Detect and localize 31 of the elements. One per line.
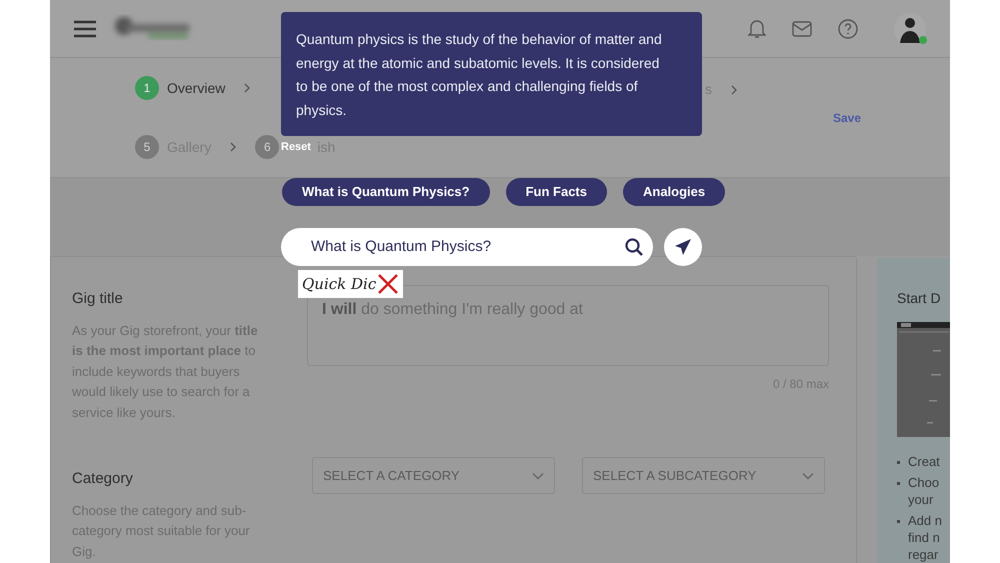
cross-icon[interactable] [376, 272, 400, 296]
tip-text: Choo your [908, 474, 940, 508]
mail-icon[interactable] [792, 20, 812, 36]
panel-title: Start D [897, 289, 942, 308]
tip-text: Add n find n regar [908, 512, 942, 563]
suggestion-chip[interactable]: Analogies [623, 178, 726, 206]
caret-icon [802, 472, 814, 480]
step-number: 1 [135, 76, 159, 100]
caret-icon [532, 472, 544, 480]
reset-button[interactable]: Reset [281, 139, 311, 156]
search-icon[interactable] [625, 238, 643, 256]
search-field[interactable]: What is Quantum Physics? [281, 228, 653, 266]
chevron-right-icon [730, 84, 738, 94]
menu-icon[interactable] [74, 20, 96, 38]
help-icon[interactable] [838, 18, 858, 38]
tip-text: Creat [908, 453, 940, 470]
suggestion-chip[interactable]: Fun Facts [506, 178, 607, 206]
category-dropdown[interactable]: SELECT A SUBCATEGORY [582, 457, 825, 494]
answer-popup: Quantum physics is the study of the behavior of matter and energy at the atomic and subatomic levels. It is considered to be one of the most complex and challenging fields of physics. [281, 12, 702, 136]
bell-icon[interactable] [748, 18, 766, 38]
avatar-icon[interactable] [894, 12, 926, 44]
section-title: Gig title [72, 289, 124, 309]
step-label[interactable]: Overview [167, 78, 226, 98]
step-number: 5 [135, 135, 159, 159]
save-link[interactable]: Save [833, 109, 862, 127]
section-title: Category [72, 469, 134, 489]
chevron-right-icon [229, 142, 238, 152]
category-dropdown[interactable]: SELECT A CATEGORY [312, 457, 555, 494]
chevron-right-icon [243, 83, 252, 93]
suggestion-chip[interactable]: What is Quantum Physics? [282, 178, 490, 206]
step-number: 6 [255, 135, 280, 159]
